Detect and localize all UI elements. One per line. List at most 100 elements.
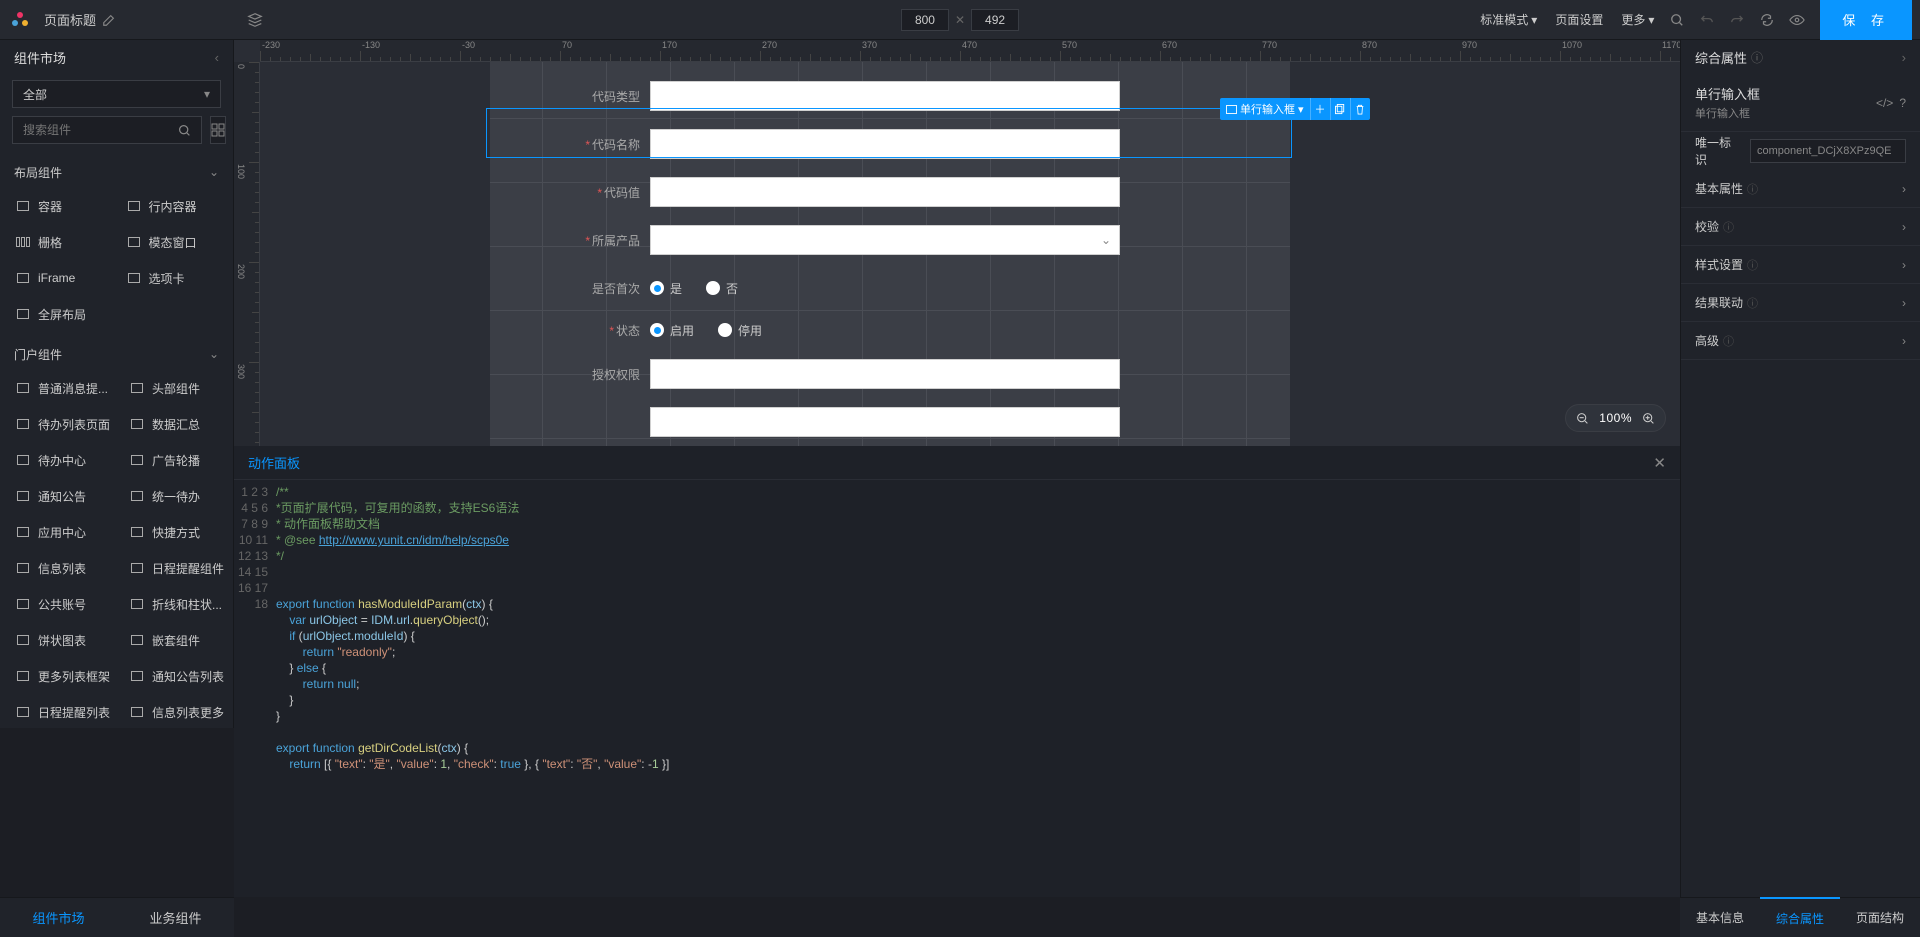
left-tab-business[interactable]: 业务组件	[117, 898, 234, 937]
component-item[interactable]: 通知公告	[6, 478, 120, 514]
selected-component-info: 单行输入框 单行输入框 </> ?	[1681, 74, 1920, 132]
component-item[interactable]: 通知公告列表	[120, 658, 233, 694]
sel-delete-icon[interactable]	[1350, 98, 1370, 120]
component-item[interactable]: 日程提醒列表	[6, 694, 120, 728]
input-code-value[interactable]	[650, 177, 1120, 207]
mode-dropdown[interactable]: 标准模式▾	[1474, 11, 1543, 28]
more-dropdown[interactable]: 更多▾	[1615, 11, 1660, 28]
refresh-icon[interactable]	[1754, 7, 1780, 33]
input-code-type[interactable]	[650, 81, 1120, 111]
group-layout-head[interactable]: 布局组件⌄	[0, 156, 233, 188]
left-tab-market[interactable]: 组件市场	[0, 898, 117, 937]
component-item[interactable]: 应用中心	[6, 514, 120, 550]
unique-id-input[interactable]	[1750, 139, 1906, 163]
attribute-section[interactable]: 基本属性ⓘ›	[1681, 170, 1920, 208]
component-item[interactable]: 栅格	[6, 224, 117, 260]
code-gutter: 1 2 3 4 5 6 7 8 9 10 11 12 13 14 15 16 1…	[234, 480, 276, 897]
left-panel-header: 组件市场 ‹	[0, 40, 233, 74]
zoom-value: 100%	[1599, 411, 1632, 425]
attribute-section[interactable]: 结果联动ⓘ›	[1681, 284, 1920, 322]
close-action-panel-icon[interactable]: ✕	[1653, 454, 1666, 472]
zoom-out-icon[interactable]	[1576, 412, 1589, 425]
right-tab-structure[interactable]: 页面结构	[1840, 898, 1920, 937]
component-item[interactable]: 待办中心	[6, 442, 120, 478]
input-code-name[interactable]	[650, 129, 1120, 159]
page-surface[interactable]: 代码类型 *代码名称 *代码值 *所属产品 ⌄ 是否首次 是	[490, 62, 1290, 446]
search-input[interactable]	[23, 123, 178, 137]
radio-status-on[interactable]: 启用	[650, 322, 694, 339]
component-item[interactable]: 普通消息提...	[6, 370, 120, 406]
help-icon[interactable]: ⓘ	[1751, 49, 1763, 66]
selected-component-tag[interactable]: 单行输入框 ▾	[1220, 101, 1310, 117]
canvas-area: -230-130-3070170270370470570670770870970…	[234, 40, 1680, 446]
canvas-width-input[interactable]	[901, 9, 949, 31]
select-product[interactable]: ⌄	[650, 225, 1120, 255]
preview-icon[interactable]	[1784, 7, 1810, 33]
page-settings-button[interactable]: 页面设置	[1547, 11, 1611, 28]
sel-add-icon[interactable]: ＋	[1310, 98, 1330, 120]
form-row-code-type: 代码类型	[490, 72, 1290, 120]
app-logo	[8, 8, 32, 32]
component-item[interactable]: 折线和柱状...	[120, 586, 233, 622]
expand-right-icon[interactable]: ›	[1902, 50, 1906, 65]
component-item[interactable]: 更多列表框架	[6, 658, 120, 694]
component-item[interactable]: 数据汇总	[120, 406, 233, 442]
unique-id-row: 唯一标识	[1681, 132, 1920, 170]
component-item[interactable]: 统一待办	[120, 478, 233, 514]
collapse-left-icon[interactable]: ‹	[215, 50, 219, 65]
redo-icon[interactable]	[1724, 7, 1750, 33]
component-item[interactable]: 嵌套组件	[120, 622, 233, 658]
category-select[interactable]: 全部▾	[12, 80, 221, 108]
form-row-code-name: *代码名称	[490, 120, 1290, 168]
layers-icon[interactable]	[246, 11, 264, 29]
page-title: 页面标题	[44, 10, 96, 29]
component-item[interactable]: 日程提醒组件	[120, 550, 233, 586]
right-panel-header: 综合属性 ⓘ ›	[1681, 40, 1920, 74]
search-icon[interactable]	[1664, 7, 1690, 33]
help-icon[interactable]: ?	[1899, 96, 1906, 110]
radio-first-yes[interactable]: 是	[650, 280, 682, 297]
input-auth[interactable]	[650, 359, 1120, 389]
component-item[interactable]: 选项卡	[117, 260, 228, 296]
radio-first-no[interactable]: 否	[706, 280, 738, 297]
input-extra[interactable]	[650, 407, 1120, 437]
attribute-section[interactable]: 校验ⓘ›	[1681, 208, 1920, 246]
component-item[interactable]: 头部组件	[120, 370, 233, 406]
right-tab-attrs[interactable]: 综合属性	[1760, 897, 1840, 937]
component-search[interactable]	[12, 116, 202, 144]
component-item[interactable]: 模态窗口	[117, 224, 228, 260]
zoom-in-icon[interactable]	[1642, 412, 1655, 425]
component-item[interactable]: 信息列表	[6, 550, 120, 586]
component-item[interactable]: 广告轮播	[120, 442, 233, 478]
component-item[interactable]: 饼状图表	[6, 622, 120, 658]
right-tab-basic[interactable]: 基本信息	[1680, 898, 1760, 937]
code-editor[interactable]: /** *页面扩展代码，可复用的函数，支持ES6语法 * 动作面板帮助文档 * …	[276, 480, 1580, 897]
form-row-product: *所属产品 ⌄	[490, 216, 1290, 264]
save-button[interactable]: 保 存	[1820, 0, 1912, 40]
radio-status-off[interactable]: 停用	[718, 322, 762, 339]
canvas-height-input[interactable]	[971, 9, 1019, 31]
grid-view-toggle[interactable]	[210, 116, 226, 144]
component-item[interactable]: 公共账号	[6, 586, 120, 622]
component-item[interactable]: 容器	[6, 188, 117, 224]
component-item[interactable]: 信息列表更多	[120, 694, 233, 728]
component-item[interactable]: 行内容器	[117, 188, 228, 224]
component-item[interactable]: 全屏布局	[6, 296, 227, 332]
right-panel: 综合属性 ⓘ › 单行输入框 单行输入框 </> ? 唯一标识 基本属性ⓘ›校验…	[1680, 40, 1920, 897]
sel-copy-icon[interactable]	[1330, 98, 1350, 120]
minimap[interactable]	[1580, 480, 1680, 897]
undo-icon[interactable]	[1694, 7, 1720, 33]
attribute-section[interactable]: 样式设置ⓘ›	[1681, 246, 1920, 284]
code-icon[interactable]: </>	[1876, 96, 1893, 110]
search-icon[interactable]	[178, 124, 191, 137]
canvas-dimensions: ✕	[901, 9, 1019, 31]
form-row-auth: 授权权限	[490, 350, 1290, 398]
group-portal-head[interactable]: 门户组件⌄	[0, 338, 233, 370]
component-item[interactable]: iFrame	[6, 260, 117, 296]
canvas-viewport[interactable]: 代码类型 *代码名称 *代码值 *所属产品 ⌄ 是否首次 是	[260, 62, 1680, 446]
component-item[interactable]: 快捷方式	[120, 514, 233, 550]
edit-title-icon[interactable]	[102, 13, 116, 27]
form-row-code-value: *代码值	[490, 168, 1290, 216]
component-item[interactable]: 待办列表页面	[6, 406, 120, 442]
attribute-section[interactable]: 高级ⓘ›	[1681, 322, 1920, 360]
